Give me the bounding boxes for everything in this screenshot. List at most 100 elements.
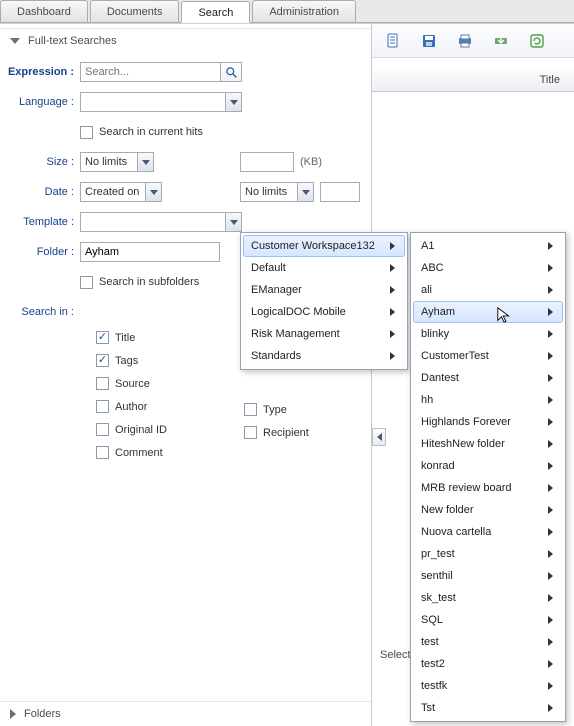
folder-menu-item[interactable]: sk_test [413, 587, 563, 609]
chevron-down-icon[interactable] [225, 93, 241, 111]
folder-menu-item[interactable]: EManager [243, 279, 405, 301]
scroll-left-button[interactable] [372, 428, 386, 446]
refresh-icon [529, 33, 545, 49]
save-button[interactable] [420, 32, 438, 50]
folder-menu-item[interactable]: A1 [413, 235, 563, 257]
refresh-button[interactable] [528, 32, 546, 50]
folder-menu-item[interactable]: test [413, 631, 563, 653]
print-button[interactable] [456, 32, 474, 50]
tab-administration[interactable]: Administration [252, 0, 356, 22]
folder-menu-item[interactable]: testfk [413, 675, 563, 697]
folder-menu-item[interactable]: Highlands Forever [413, 411, 563, 433]
chk-recipient[interactable]: Recipient [244, 426, 309, 439]
checkbox-icon [96, 446, 109, 459]
folder-menu-item[interactable]: Dantest [413, 367, 563, 389]
chevron-right-icon [548, 330, 553, 338]
folder-menu-item[interactable]: HiteshNew folder [413, 433, 563, 455]
folder-menu-item[interactable]: Customer Workspace132 [243, 235, 405, 257]
checkbox-icon [96, 331, 109, 344]
date-type-select[interactable]: Created on [80, 182, 162, 202]
folder-input[interactable] [80, 242, 220, 262]
checkbox-icon [80, 276, 93, 289]
chevron-right-icon [548, 484, 553, 492]
chevron-down-icon[interactable] [145, 183, 161, 201]
date-value-input[interactable] [320, 182, 360, 202]
chevron-right-icon [548, 638, 553, 646]
chevron-right-icon [390, 286, 395, 294]
top-tabs: Dashboard Documents Search Administratio… [0, 0, 574, 23]
folder-menu-item[interactable]: konrad [413, 455, 563, 477]
folder-menu-item[interactable]: MRB review board [413, 477, 563, 499]
chevron-left-icon [377, 433, 382, 441]
chevron-right-icon [548, 440, 553, 448]
results-toolbar [372, 24, 574, 58]
chevron-right-icon [548, 418, 553, 426]
folder-menu-item[interactable]: blinky [413, 323, 563, 345]
chevron-right-icon [548, 308, 553, 316]
chevron-right-icon [548, 264, 553, 272]
section-folders[interactable]: Folders [0, 701, 371, 726]
chevron-down-icon[interactable] [225, 213, 241, 231]
folder-menu-item[interactable]: ABC [413, 257, 563, 279]
size-select[interactable]: No limits [80, 152, 154, 172]
search-icon [225, 66, 238, 79]
folder-menu-level1: Customer Workspace132DefaultEManagerLogi… [240, 232, 408, 370]
folder-menu-item[interactable]: pr_test [413, 543, 563, 565]
language-select[interactable] [80, 92, 242, 112]
folder-menu-item[interactable]: Risk Management [243, 323, 405, 345]
folder-menu-item[interactable]: senthil [413, 565, 563, 587]
save-icon [421, 33, 437, 49]
chevron-right-icon [548, 506, 553, 514]
tab-dashboard[interactable]: Dashboard [0, 0, 88, 22]
tab-documents[interactable]: Documents [90, 0, 180, 22]
folder-menu-item[interactable]: Default [243, 257, 405, 279]
folder-menu-item[interactable]: Nuova cartella [413, 521, 563, 543]
chk-author[interactable]: Author [96, 400, 167, 413]
folder-menu-item[interactable]: test2 [413, 653, 563, 675]
folder-menu-item[interactable]: Ayham [413, 301, 563, 323]
chk-source[interactable]: Source [96, 377, 167, 390]
section-title: Folders [24, 708, 61, 720]
tab-search[interactable]: Search [181, 1, 250, 23]
folder-menu-item[interactable]: LogicalDOC Mobile [243, 301, 405, 323]
expression-input[interactable] [80, 62, 220, 82]
search-subfolders-checkbox[interactable]: Search in subfolders [80, 276, 199, 289]
folder-menu-item[interactable]: Tst [413, 697, 563, 719]
folder-menu-item[interactable]: hh [413, 389, 563, 411]
new-doc-button[interactable] [384, 32, 402, 50]
chk-originalid[interactable]: Original ID [96, 423, 167, 436]
chevron-right-icon [548, 682, 553, 690]
folder-label: Folder : [0, 246, 80, 258]
chevron-right-icon [390, 330, 395, 338]
col-title[interactable]: Title [540, 74, 560, 86]
chevron-right-icon [548, 396, 553, 404]
section-fulltext[interactable]: Full-text Searches [0, 28, 371, 53]
expression-label: Expression : [0, 66, 80, 78]
folder-menu-item[interactable]: Standards [243, 345, 405, 367]
chevron-down-icon[interactable] [137, 153, 153, 171]
folder-menu-item[interactable]: SQL [413, 609, 563, 631]
template-label: Template : [0, 216, 80, 228]
chk-type[interactable]: Type [244, 403, 309, 416]
checkbox-icon [96, 354, 109, 367]
chevron-right-icon [390, 308, 395, 316]
select-label: Select [380, 649, 411, 661]
chk-tags[interactable]: Tags [96, 354, 167, 367]
chevron-right-icon [548, 352, 553, 360]
chevron-down-icon[interactable] [297, 183, 313, 201]
checkbox-icon [244, 403, 257, 416]
folder-menu-item[interactable]: ali [413, 279, 563, 301]
date-range-select[interactable]: No limits [240, 182, 314, 202]
search-button[interactable] [220, 62, 242, 82]
size-input[interactable] [240, 152, 294, 172]
template-select[interactable] [80, 212, 242, 232]
folder-menu-item[interactable]: New folder [413, 499, 563, 521]
export-button[interactable] [492, 32, 510, 50]
chevron-right-icon [548, 550, 553, 558]
chk-comment[interactable]: Comment [96, 446, 167, 459]
chk-title[interactable]: Title [96, 331, 167, 344]
folder-menu-item[interactable]: CustomerTest [413, 345, 563, 367]
search-current-hits-checkbox[interactable]: Search in current hits [80, 126, 203, 139]
document-icon [385, 33, 401, 49]
chevron-right-icon [548, 594, 553, 602]
